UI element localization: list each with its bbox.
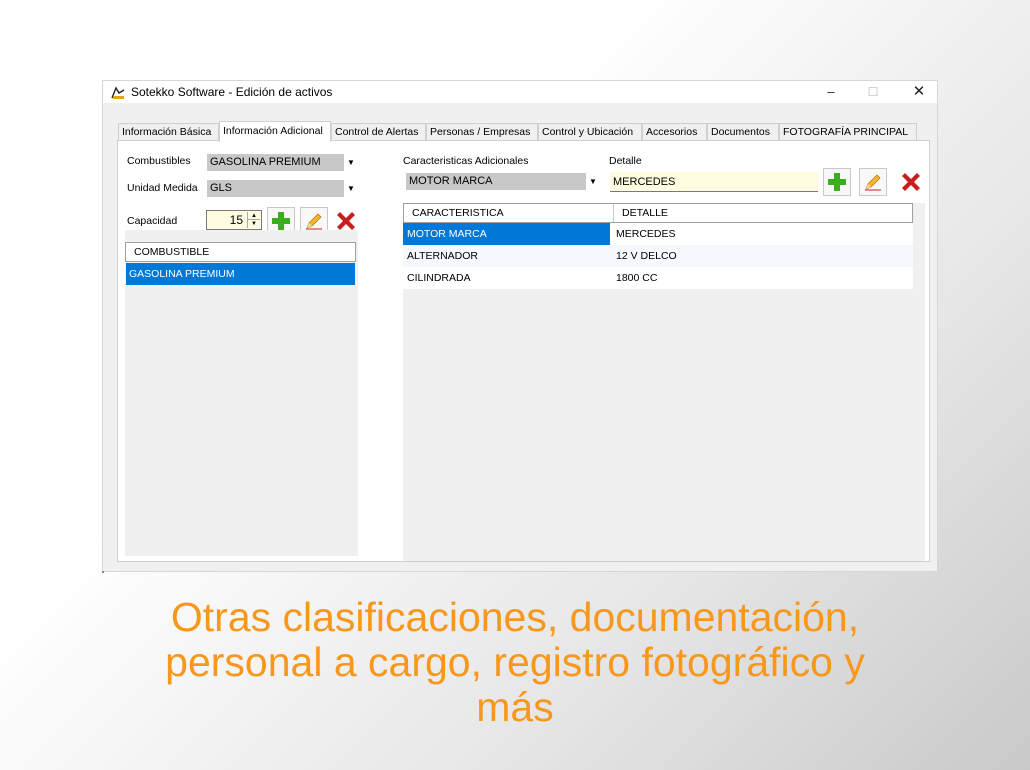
chevron-down-icon[interactable]: ▼ (586, 173, 600, 190)
chevron-down-icon[interactable]: ▼ (344, 154, 358, 171)
cell-detalle: 12 V DELCO (616, 250, 677, 262)
capacidad-value: 15 (229, 213, 243, 227)
combustible-grid: COMBUSTIBLE GASOLINA PREMIUM (125, 230, 358, 556)
slide-caption: Otras clasificaciones, documentación, pe… (0, 595, 1030, 730)
tab-personas-empresas[interactable]: Personas / Empresas (426, 123, 538, 140)
capacidad-stepper[interactable]: 15 ▲ ▼ (206, 210, 262, 230)
unidad-medida-select[interactable]: GLS (207, 180, 344, 197)
cell-detalle: 1800 CC (616, 272, 658, 284)
app-icon (111, 86, 125, 99)
column-header-combustible[interactable]: COMBUSTIBLE (134, 243, 209, 261)
caracteristicas-select[interactable]: MOTOR MARCA (406, 173, 586, 190)
stepper-up-icon[interactable]: ▲ (248, 212, 260, 220)
table-row[interactable]: MOTOR MARCA MERCEDES (403, 223, 913, 245)
capacidad-label: Capacidad (127, 215, 178, 227)
caption-line-1: Otras clasificaciones, documentación, (170, 594, 860, 640)
edit-caracteristica-button[interactable] (859, 168, 887, 196)
table-row[interactable]: GASOLINA PREMIUM (126, 263, 355, 285)
chevron-down-icon[interactable]: ▼ (344, 180, 358, 197)
grid-header: COMBUSTIBLE (125, 242, 356, 262)
caption-line-2: personal a cargo, registro fotográfico y (165, 639, 865, 685)
cell-detalle: MERCEDES (616, 228, 676, 240)
stepper-down-icon[interactable]: ▼ (248, 220, 260, 228)
minimize-button[interactable]: – (813, 81, 849, 103)
decorative-dot (102, 571, 104, 573)
title-bar: Sotekko Software - Edición de activos – … (103, 81, 937, 103)
table-row[interactable]: ALTERNADOR 12 V DELCO (403, 245, 913, 267)
tab-documentos[interactable]: Documentos (707, 123, 779, 140)
column-header-detalle[interactable]: DETALLE (613, 204, 668, 222)
cell-caracteristica: MOTOR MARCA (403, 223, 610, 245)
maximize-button[interactable]: ☐ (855, 81, 891, 103)
pencil-icon (865, 174, 881, 191)
table-row[interactable]: CILINDRADA 1800 CC (403, 267, 913, 289)
tab-panel: Combustibles GASOLINA PREMIUM ▼ Unidad M… (117, 140, 930, 562)
tab-fotografia-principal[interactable]: FOTOGRAFÍA PRINCIPAL (779, 123, 917, 140)
stepper-buttons[interactable]: ▲ ▼ (247, 212, 260, 228)
combustibles-select[interactable]: GASOLINA PREMIUM (207, 154, 344, 171)
grid-header: CARACTERISTICA DETALLE (403, 203, 913, 223)
tab-control-de-alertas[interactable]: Control de Alertas (331, 123, 426, 140)
column-header-caracteristica[interactable]: CARACTERISTICA (412, 204, 504, 222)
caracteristicas-label: Caracteristicas Adicionales (403, 155, 529, 167)
delete-caracteristica-button[interactable] (899, 170, 923, 194)
asset-edit-window: Sotekko Software - Edición de activos – … (102, 80, 938, 572)
tab-informacion-adicional[interactable]: Información Adicional (219, 121, 331, 142)
detalle-label: Detalle (609, 155, 642, 167)
detalle-input[interactable]: MERCEDES (610, 172, 818, 192)
plus-icon (272, 212, 290, 230)
cell-caracteristica: ALTERNADOR (407, 250, 478, 262)
window-title: Sotekko Software - Edición de activos (131, 85, 333, 99)
caracteristicas-grid: CARACTERISTICA DETALLE MOTOR MARCA MERCE… (403, 203, 925, 561)
close-button[interactable]: ✕ (901, 81, 937, 103)
cell-caracteristica: CILINDRADA (407, 272, 471, 284)
unidad-medida-label: Unidad Medida (127, 182, 198, 194)
add-caracteristica-button[interactable] (823, 168, 851, 196)
combustibles-label: Combustibles (127, 155, 191, 167)
caption-line-3: más (476, 684, 554, 730)
cell-combustible: GASOLINA PREMIUM (129, 268, 235, 280)
plus-icon (828, 173, 846, 191)
tab-control-ubicacion[interactable]: Control y Ubicación (538, 123, 642, 140)
tab-informacion-basica[interactable]: Información Básica (118, 123, 219, 140)
pencil-icon (306, 213, 322, 230)
tab-accesorios[interactable]: Accesorios (642, 123, 707, 140)
